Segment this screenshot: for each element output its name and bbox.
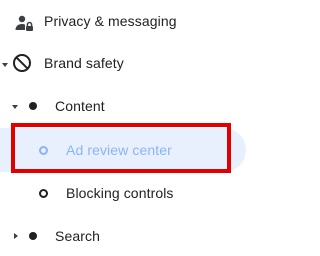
nav-item-blocking-controls[interactable]: Blocking controls [0,173,258,213]
nav-item-label: Content [55,98,105,114]
nav-item-ad-review-center[interactable]: Ad review center [0,130,246,170]
nav-item-brand-safety[interactable]: Brand safety [0,44,258,84]
nav-item-privacy-messaging[interactable]: Privacy & messaging [0,2,258,42]
bullet-ring-icon [39,146,48,155]
nav-item-label: Search [55,228,100,244]
nav-item-label: Blocking controls [66,185,174,201]
caret-down-icon[interactable] [2,63,8,67]
nav-item-content[interactable]: Content [0,86,258,126]
nav-item-search[interactable]: Search [0,216,258,256]
caret-right-icon[interactable] [14,233,18,239]
bullet-icon [29,232,37,240]
nav-item-label: Ad review center [66,142,172,158]
nav-item-label: Privacy & messaging [44,13,177,29]
caret-down-icon[interactable] [12,105,18,109]
bullet-ring-icon [39,189,48,198]
side-navigation: Privacy & messaging Brand safety Content… [0,0,258,253]
bullet-icon [29,102,37,110]
person-lock-icon [14,13,34,33]
nav-item-label: Brand safety [44,55,124,71]
block-icon [12,53,32,73]
